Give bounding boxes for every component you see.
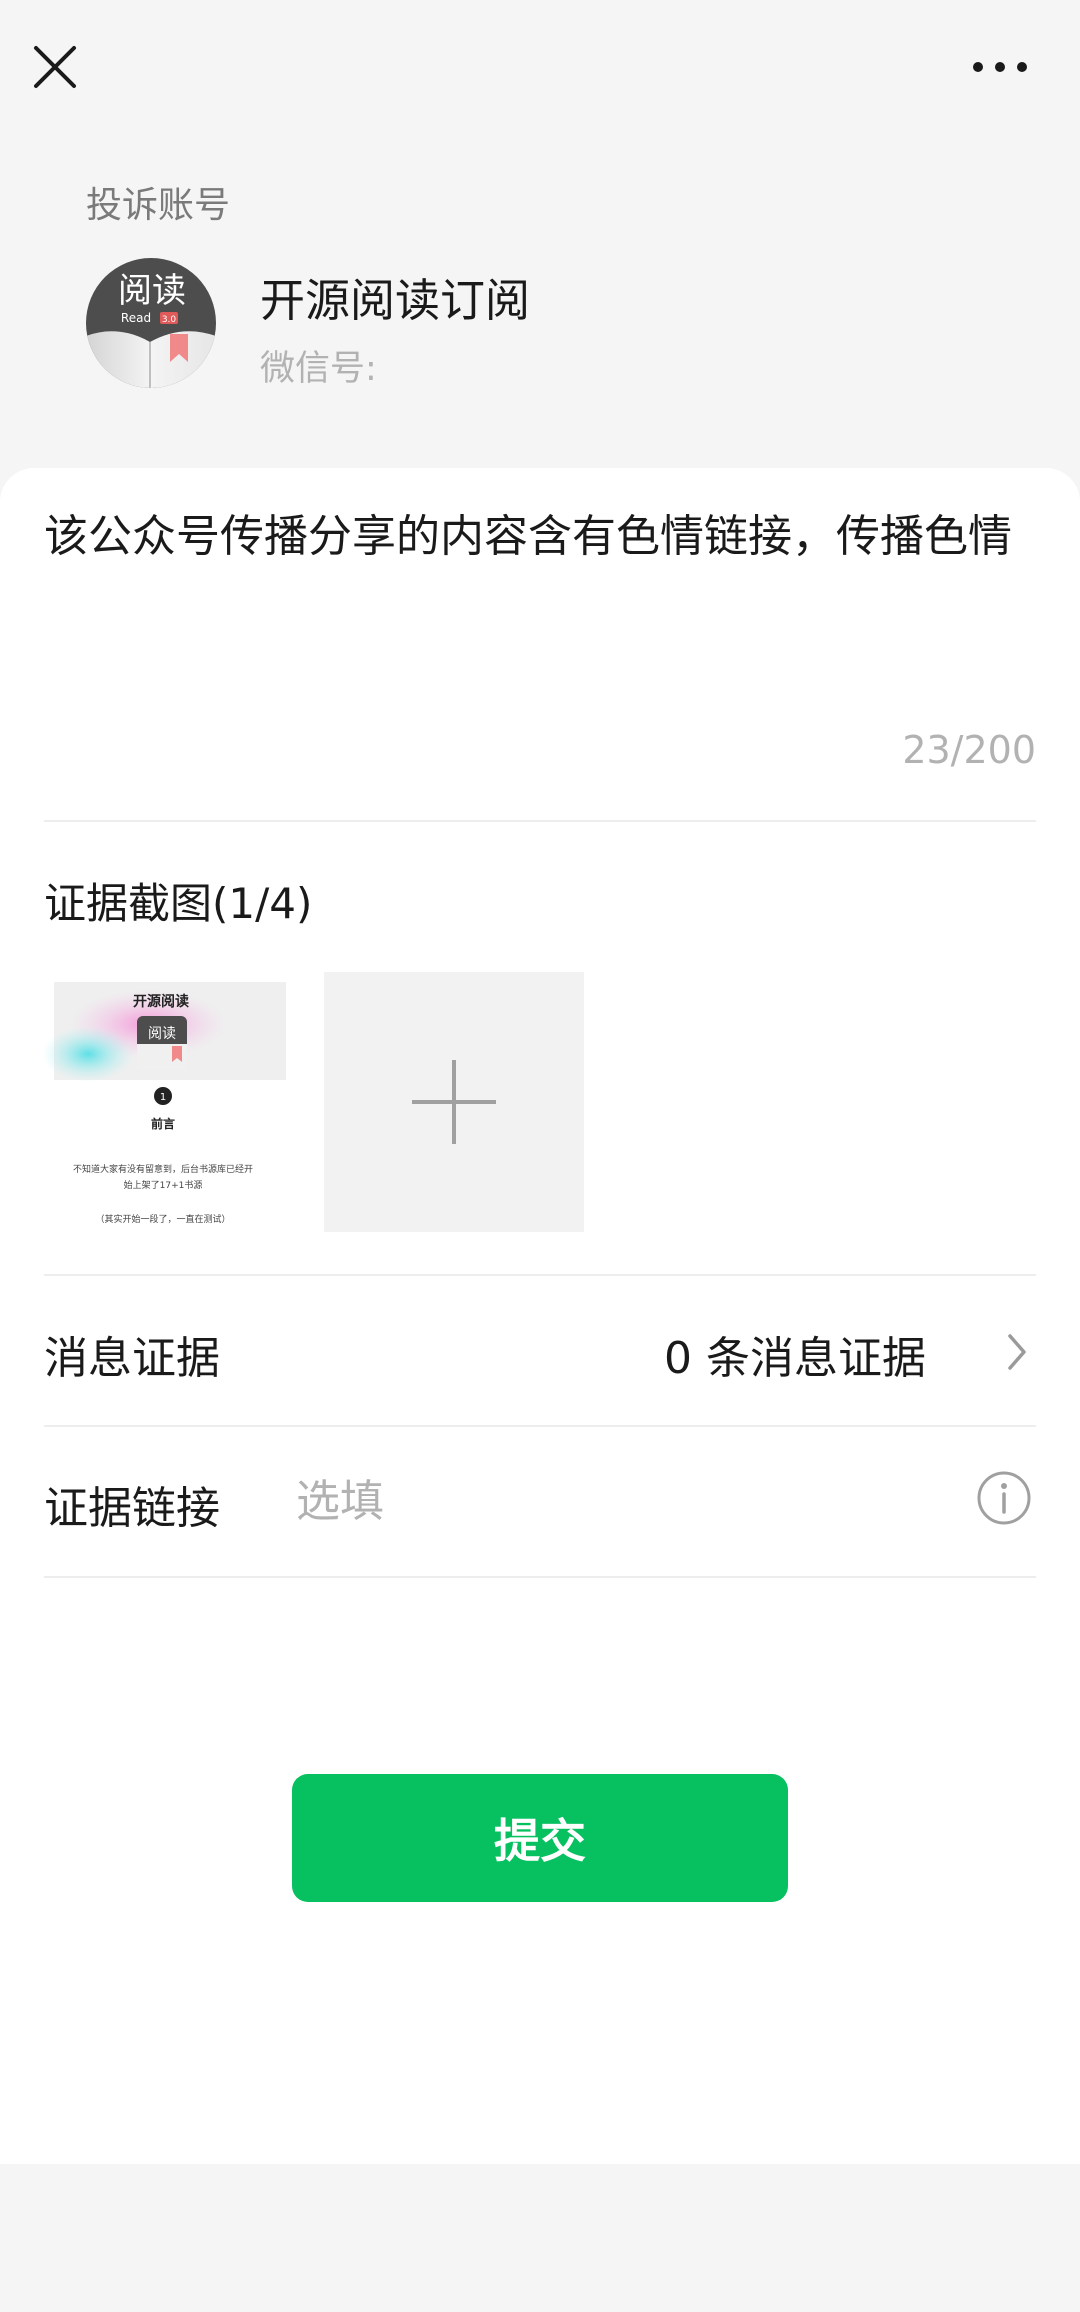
avatar: 阅读 Read 3.0: [86, 258, 216, 388]
plus-icon: [412, 1060, 496, 1144]
avatar-logo-subtext: Read: [121, 311, 151, 325]
wechat-id-label: 微信号:: [260, 349, 377, 389]
complaint-textarea[interactable]: 该公众号传播分享的内容含有色情链接，传播色情: [44, 506, 1044, 568]
info-icon[interactable]: [976, 1470, 1032, 1526]
add-screenshot-button[interactable]: [324, 972, 584, 1232]
evidence-link-label: 证据链接: [44, 1483, 220, 1534]
thumbnail-heading: 前言: [151, 1116, 175, 1131]
evidence-link-input[interactable]: [296, 1468, 946, 1534]
thumbnail-step-number: 1: [160, 1092, 166, 1103]
chevron-right-icon[interactable]: [1004, 1330, 1030, 1374]
account-section-label: 投诉账号: [86, 185, 231, 226]
message-evidence-label: 消息证据: [44, 1333, 220, 1384]
divider: [44, 1274, 1036, 1276]
thumbnail-app-icon-text: 阅读: [148, 1025, 176, 1042]
thumbnail-body-line2: 始上架了17+1书源: [124, 1179, 203, 1191]
divider: [44, 1576, 1036, 1578]
divider: [44, 820, 1036, 822]
submit-button[interactable]: 提交: [292, 1774, 788, 1902]
account-name: 开源阅读订阅: [260, 274, 531, 327]
char-count: 23/200: [902, 728, 1036, 772]
thumbnail-body-line1: 不知道大家有没有留意到，后台书源库已经开: [73, 1163, 253, 1175]
close-icon[interactable]: [28, 40, 82, 94]
complaint-form-card: [0, 468, 1080, 2164]
avatar-logo-text: 阅读: [118, 271, 186, 311]
evidence-screenshot-thumbnail[interactable]: 开源阅读 阅读 1 前言 不知道大家有没有留意到，后台书源库已经开 始上架了17…: [44, 972, 304, 1232]
thumbnail-title: 开源阅读: [133, 993, 189, 1010]
avatar-logo-badge: 3.0: [162, 315, 177, 325]
thumbnail-note: （其实开始一段了，一直在测试）: [95, 1213, 230, 1225]
divider: [44, 1425, 1036, 1427]
message-evidence-count[interactable]: 0 条消息证据: [664, 1322, 926, 1386]
top-bar: [0, 0, 1080, 140]
more-icon[interactable]: [970, 50, 1030, 84]
bottom-area: [0, 2164, 1080, 2312]
evidence-screenshots-title: 证据截图(1/4): [44, 879, 313, 928]
